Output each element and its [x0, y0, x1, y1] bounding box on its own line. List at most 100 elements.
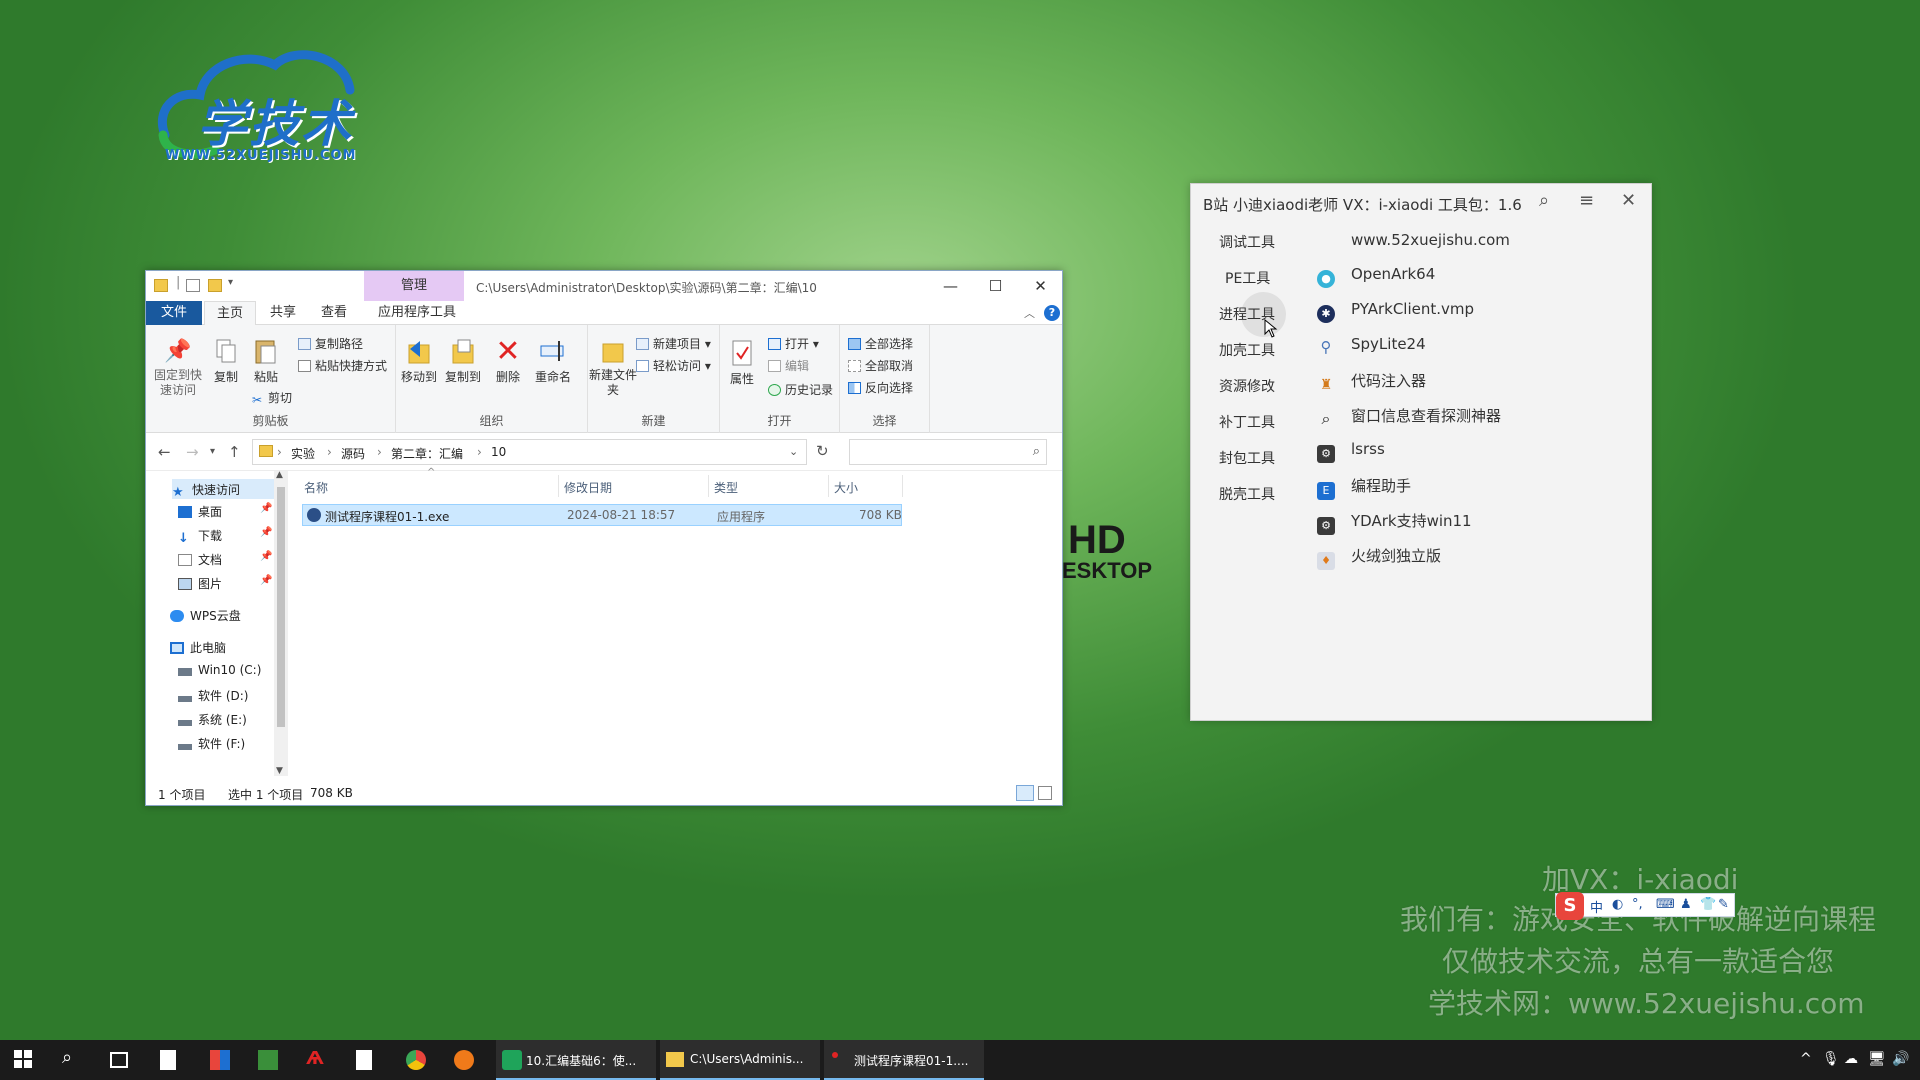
collapse-ribbon-icon[interactable]: ︿	[1024, 305, 1035, 321]
minimize-button[interactable]: —	[928, 271, 973, 301]
taskbar-app[interactable]: 10.汇编基础6：使...	[496, 1040, 656, 1080]
column-divider[interactable]	[708, 475, 709, 497]
tool-item[interactable]: ♜ 代码注入器	[1317, 370, 1426, 394]
column-header-type[interactable]: 类型	[714, 479, 738, 496]
forward-arrow-icon[interactable]: →	[186, 443, 199, 461]
category-packer[interactable]: 加壳工具	[1219, 340, 1275, 360]
tab-view[interactable]: 查看	[309, 301, 359, 325]
document-icon[interactable]	[356, 1050, 372, 1070]
category-resource[interactable]: 资源修改	[1219, 376, 1275, 396]
ime-toolbar[interactable]: S 中 ◐ °, ⌨ ♟ 👕 ✎	[1555, 892, 1735, 920]
tool-item[interactable]: ⌕ 窗口信息查看探测神器	[1317, 405, 1502, 428]
moon-icon[interactable]: ◐	[1612, 897, 1623, 912]
address-dropdown-icon[interactable]: ⌄	[789, 445, 798, 458]
pin-quick-access-button[interactable]: 📌 固定到快速访问	[150, 337, 206, 398]
person-icon[interactable]: ♟	[1680, 897, 1692, 912]
tab-app-tools[interactable]: 应用程序工具	[366, 301, 468, 325]
firefox-icon[interactable]	[454, 1050, 474, 1070]
windows-start-icon[interactable]	[14, 1050, 34, 1070]
volume-icon[interactable]: 🔊	[1892, 1051, 1909, 1067]
menu-icon[interactable]: ≡	[1579, 190, 1594, 211]
column-divider[interactable]	[828, 475, 829, 497]
paste-button[interactable]: 粘贴	[246, 337, 286, 385]
close-icon[interactable]: ✕	[1621, 190, 1636, 211]
taskbar-app[interactable]: C:\Users\Adminis...	[660, 1040, 820, 1080]
new-item-button[interactable]: 新建项目 ▾	[636, 335, 711, 352]
search-input[interactable]: ⌕	[849, 439, 1047, 465]
delete-button[interactable]: ✕ 删除	[488, 334, 528, 385]
details-view-icon[interactable]	[1016, 785, 1034, 801]
chevron-up-icon[interactable]: ^	[1800, 1051, 1812, 1067]
large-icons-view-icon[interactable]	[1038, 786, 1052, 800]
nav-drive[interactable]: Win10 (C:)	[178, 663, 261, 677]
nav-drive[interactable]: 系统 (E:)	[178, 711, 247, 728]
copy-button[interactable]: 复制	[206, 337, 246, 385]
select-none-button[interactable]: 全部取消	[848, 357, 913, 374]
copy-to-button[interactable]: 复制到	[440, 337, 486, 385]
spreadsheet-icon[interactable]	[258, 1050, 278, 1070]
column-header-size[interactable]: 大小	[834, 479, 858, 496]
table-row[interactable]: 测试程序课程01-1.exe 2024-08-21 18:57 应用程序 708…	[302, 504, 902, 526]
select-all-button[interactable]: 全部选择	[848, 335, 913, 352]
tool-item[interactable]: ⚙ YDArk支持win11	[1317, 510, 1472, 535]
column-divider[interactable]	[902, 475, 903, 497]
nav-documents[interactable]: 文档 📌	[178, 551, 272, 568]
category-unpacker[interactable]: 脱壳工具	[1219, 484, 1275, 504]
network-icon[interactable]: 🖥	[1868, 1051, 1886, 1067]
tab-home[interactable]: 主页	[204, 301, 257, 325]
edit-button[interactable]: 编辑	[768, 357, 809, 374]
nav-drive[interactable]: 软件 (F:)	[178, 735, 245, 752]
cut-button[interactable]: ✂ 剪切	[252, 389, 292, 407]
scroll-thumb[interactable]	[277, 487, 285, 727]
search-icon[interactable]: ⌕	[62, 1047, 72, 1068]
nav-quick-access[interactable]: ★ 快速访问	[172, 479, 274, 500]
category-debug[interactable]: 调试工具	[1219, 232, 1275, 252]
app-icon[interactable]	[210, 1050, 230, 1070]
open-button[interactable]: 打开 ▾	[768, 335, 819, 352]
punctuation-icon[interactable]: °,	[1632, 897, 1643, 912]
tool-item[interactable]: ⚲ SpyLite24	[1317, 335, 1426, 356]
category-patch[interactable]: 补丁工具	[1219, 412, 1275, 432]
scroll-down-icon[interactable]: ▼	[276, 766, 283, 776]
quick-access-dropdown-icon[interactable]: ▾	[228, 277, 233, 288]
column-divider[interactable]	[558, 475, 559, 497]
nav-downloads[interactable]: ↓ 下载 📌	[178, 527, 272, 546]
chrome-icon[interactable]	[406, 1050, 426, 1070]
breadcrumb-item[interactable]: 10	[491, 445, 506, 459]
nav-pictures[interactable]: 图片 📌	[178, 575, 272, 592]
properties-quick-icon[interactable]	[186, 279, 200, 292]
keyboard-icon[interactable]: ⌨	[1656, 897, 1675, 912]
close-button[interactable]: ✕	[1018, 271, 1063, 301]
scroll-up-icon[interactable]: ▲	[276, 470, 283, 480]
back-arrow-icon[interactable]: ←	[158, 443, 171, 461]
microphone-icon[interactable]: 🎙	[1822, 1051, 1840, 1067]
breadcrumb-item[interactable]: 第二章：汇编	[391, 445, 463, 462]
rename-button[interactable]: 重命名	[528, 337, 578, 385]
nav-this-pc[interactable]: 此电脑	[170, 639, 226, 656]
ime-mode[interactable]: 中	[1590, 897, 1603, 916]
ark-icon[interactable]: Ѧ	[306, 1048, 326, 1069]
tool-item[interactable]: www.52xuejishu.com	[1317, 230, 1510, 249]
easy-access-button[interactable]: 轻松访问 ▾	[636, 357, 711, 374]
refresh-icon[interactable]: ↻	[816, 442, 829, 460]
nav-wps-cloud[interactable]: WPS云盘	[170, 607, 241, 624]
task-view-icon[interactable]	[110, 1052, 128, 1068]
category-pe[interactable]: PE工具	[1225, 268, 1270, 288]
tool-item[interactable]: E 编程助手	[1317, 475, 1411, 500]
skin-icon[interactable]: 👕	[1700, 897, 1716, 912]
help-icon[interactable]: ?	[1044, 305, 1060, 321]
recent-locations-icon[interactable]: ▾	[210, 446, 215, 457]
copy-path-button[interactable]: 复制路径	[298, 335, 363, 352]
tab-file[interactable]: 文件	[146, 301, 202, 325]
tool-item[interactable]: ✱ PYArkClient.vmp	[1317, 300, 1474, 323]
tab-share[interactable]: 共享	[258, 301, 308, 325]
weather-icon[interactable]: ☁	[1844, 1051, 1858, 1067]
breadcrumb-item[interactable]: 实验	[291, 445, 315, 462]
maximize-button[interactable]: ☐	[973, 271, 1018, 301]
tools-icon[interactable]: ✎	[1718, 897, 1729, 912]
search-icon[interactable]: ⌕	[1539, 190, 1549, 211]
tool-item[interactable]: ⚙ lsrss	[1317, 440, 1385, 463]
nav-scrollbar[interactable]: ▲ ▼	[274, 470, 288, 776]
column-header-name[interactable]: 名称	[304, 479, 328, 496]
taskbar-app[interactable]: 测试程序课程01-1....	[824, 1040, 984, 1080]
